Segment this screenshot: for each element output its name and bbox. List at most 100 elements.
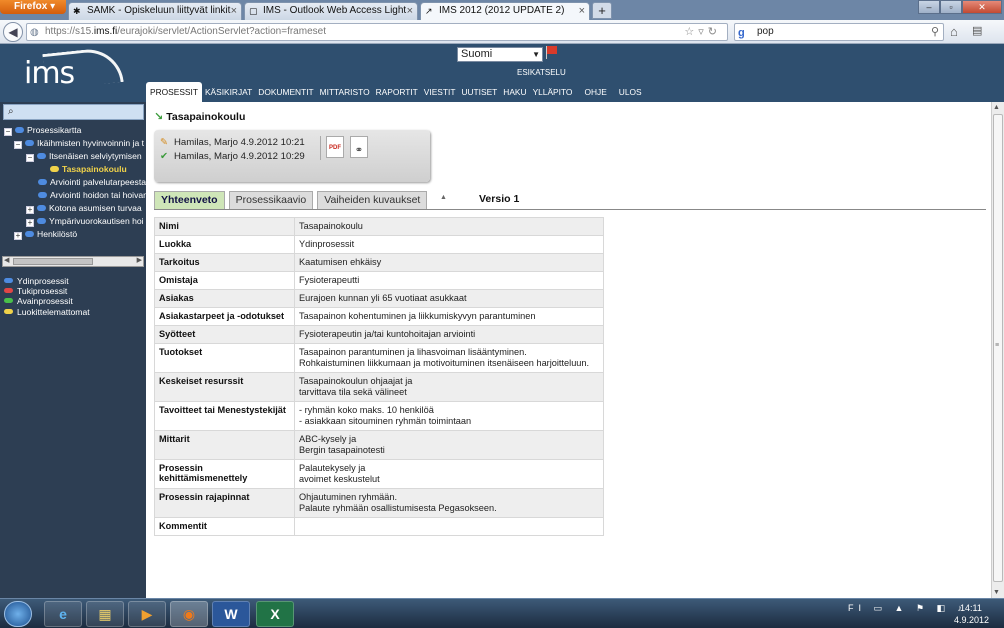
tree-item-tasapainokoulu[interactable]: Tasapainokoulu	[50, 163, 127, 175]
nav-yllapito[interactable]: YLLÄPITO	[530, 82, 576, 102]
bookmark-star-icon[interactable]: ☆	[684, 26, 698, 38]
close-tab-icon[interactable]: ×	[579, 3, 585, 19]
browser-tab-ims[interactable]: ↗ IMS 2012 (2012 UPDATE 2) ×	[420, 2, 590, 21]
legend-swatch	[4, 298, 13, 304]
link-icon[interactable]: ⚭	[350, 136, 368, 158]
table-row: Nimi Tasapainokoulu	[154, 217, 604, 236]
collapse-icon[interactable]: −	[4, 128, 12, 136]
nav-kasikirjat[interactable]: KÄSIKIRJAT	[202, 82, 255, 102]
divider	[320, 136, 321, 160]
nav-haku[interactable]: HAKU	[500, 82, 529, 102]
tree-item-label: Ikäihmisten hyvinvoinnin ja t	[37, 138, 144, 148]
tree-item-henkilosto[interactable]: + Henkilöstö	[14, 228, 77, 240]
property-value: Tasapainokoulun ohjaajat ja tarvittava ti…	[294, 372, 604, 402]
nav-ulos[interactable]: ULOS	[616, 82, 645, 102]
firefox-taskbar-icon[interactable]: ◉	[170, 601, 208, 627]
legend-label: Luokittelemattomat	[17, 306, 90, 317]
tree-item-kotona-asumisen[interactable]: + Kotona asumisen turvaa	[26, 202, 142, 214]
legend-item: Luokittelemattomat	[4, 307, 90, 317]
nav-viestit[interactable]: VIESTIT	[421, 82, 459, 102]
process-bullet-icon	[38, 192, 47, 198]
main-nav: PROSESSIT KÄSIKIRJAT DOKUMENTIT MITTARIS…	[146, 82, 645, 102]
preview-link[interactable]: ESIKATSELU	[517, 68, 566, 77]
property-value: Tasapainon parantuminen ja lihasvoiman l…	[294, 343, 604, 373]
pdf-icon[interactable]: PDF	[326, 136, 344, 158]
internet-explorer-icon[interactable]: e	[44, 601, 82, 627]
dropdown-arrow-icon[interactable]: ▿	[698, 26, 708, 38]
windows-start-button[interactable]	[4, 601, 32, 627]
tree-item-ymparivuorokautisen[interactable]: + Ympärivuorokautisen hoi	[26, 215, 144, 227]
browser-tab-samk[interactable]: ✱ SAMK - Opiskeluun liittyvät linkit ×	[68, 2, 242, 20]
legend-label: Tukiprosessit	[17, 286, 68, 297]
clock-time[interactable]: 14:11	[960, 603, 982, 613]
nav-uutiset[interactable]: UUTISET	[458, 82, 500, 102]
search-input[interactable]: g pop ⚲	[734, 23, 944, 41]
home-icon[interactable]: ⌂	[950, 24, 958, 39]
collapse-icon[interactable]: −	[14, 141, 22, 149]
expand-icon[interactable]: +	[26, 219, 34, 227]
collapse-icon[interactable]: −	[26, 154, 34, 162]
tabs-divider	[154, 209, 986, 210]
process-bullet-icon	[25, 140, 34, 146]
tree-item-ikaihmisten[interactable]: − Ikäihmisten hyvinvoinnin ja t	[14, 137, 144, 149]
scroll-up-icon[interactable]: ▲	[993, 104, 1000, 111]
property-value-line: Tasapainokoulu	[299, 221, 363, 231]
language-indicator[interactable]: FI	[848, 603, 866, 613]
table-row: Kommentit	[154, 517, 604, 536]
file-explorer-icon[interactable]: ▦	[86, 601, 124, 627]
nav-prosessit[interactable]: PROSESSIT	[146, 82, 202, 102]
tree-item-itsenaisen[interactable]: − Itsenäisen selviytymisen	[26, 150, 142, 162]
property-key: Keskeiset resurssit	[154, 372, 295, 402]
table-row: Mittarit ABC-kysely ja Bergin tasapainotes…	[154, 430, 604, 460]
media-player-icon[interactable]: ▶	[128, 601, 166, 627]
nav-dokumentit[interactable]: DOKUMENTIT	[255, 82, 316, 102]
scrollbar-thumb[interactable]	[13, 258, 93, 265]
expand-icon[interactable]: +	[14, 232, 22, 240]
search-icon[interactable]: ⚲	[931, 24, 939, 40]
excel-icon[interactable]: X	[256, 601, 294, 627]
tab-prosessikaavio[interactable]: Prosessikaavio	[228, 191, 314, 209]
ims-logo[interactable]: ims	[24, 56, 75, 91]
language-value: Suomi	[461, 48, 493, 60]
menu-icon[interactable]: ▤	[972, 24, 982, 37]
table-row: Tuotokset Tasapainon parantuminen ja liha…	[154, 343, 604, 373]
scroll-down-icon[interactable]: ▼	[993, 589, 1000, 596]
back-button[interactable]: ◀	[3, 22, 23, 42]
expand-icon[interactable]: +	[26, 206, 34, 214]
word-icon[interactable]: W	[212, 601, 250, 627]
tray-icons[interactable]: ▭ ▲ ⚑ ◧ ♪	[874, 603, 968, 613]
reload-icon[interactable]: ↻	[708, 26, 721, 38]
tab-vaiheiden-kuvaukset[interactable]: Vaiheiden kuvaukset	[317, 191, 428, 209]
nav-mittaristo[interactable]: MITTARISTO	[317, 82, 373, 102]
sidebar-search[interactable]: ⌕	[3, 104, 144, 120]
close-window-button[interactable]: ✕	[962, 0, 1002, 14]
close-tab-icon[interactable]: ×	[407, 3, 413, 19]
scroll-left-icon[interactable]: ◀	[4, 256, 9, 264]
tree-item-arviointi-palvelutarpeesta[interactable]: Arviointi palvelutarpeesta	[38, 176, 146, 188]
address-bar[interactable]: ◍ https://s15.ims.fi/eurajoki/servlet/Ac…	[26, 23, 728, 41]
language-select[interactable]: Suomi ▼	[457, 47, 543, 62]
tree-item-label: Itsenäisen selviytymisen	[49, 151, 142, 161]
property-value-line: Tasapainon kohentuminen ja liikkumiskyvy…	[299, 311, 536, 321]
close-tab-icon[interactable]: ×	[231, 3, 237, 19]
main-vertical-scrollbar[interactable]: ▲ ≡ ▼	[991, 102, 1004, 598]
sidebar-horizontal-scrollbar[interactable]: ◀ ▶	[2, 256, 144, 267]
flag-icon[interactable]	[547, 46, 557, 54]
scroll-right-icon[interactable]: ▶	[137, 256, 142, 264]
minimize-button[interactable]: –	[918, 0, 940, 14]
nav-raportit[interactable]: RAPORTIT	[373, 82, 421, 102]
tab-yhteenveto[interactable]: Yhteenveto	[154, 191, 225, 209]
firefox-menu-button[interactable]: Firefox ▾	[0, 0, 66, 14]
new-tab-button[interactable]: +	[592, 2, 612, 19]
browser-tab-outlook[interactable]: ▢ IMS - Outlook Web Access Light ×	[244, 2, 418, 20]
process-bullet-icon	[37, 153, 46, 159]
property-value: Tasapainon kohentuminen ja liikkumiskyvy…	[294, 307, 604, 326]
maximize-button[interactable]: ▫	[940, 0, 962, 14]
tree-item-arviointi-hoidon[interactable]: Arviointi hoidon tai hoivan	[38, 189, 146, 201]
nav-ohje[interactable]: OHJE	[581, 82, 609, 102]
table-row: Luokka Ydinprosessit	[154, 235, 604, 254]
triangle-up-icon[interactable]: ▲	[440, 194, 447, 201]
clock-date[interactable]: 4.9.2012	[954, 615, 989, 625]
tree-item-prosessikartta[interactable]: − Prosessikartta	[4, 124, 81, 136]
property-key: Asiakas	[154, 289, 295, 308]
